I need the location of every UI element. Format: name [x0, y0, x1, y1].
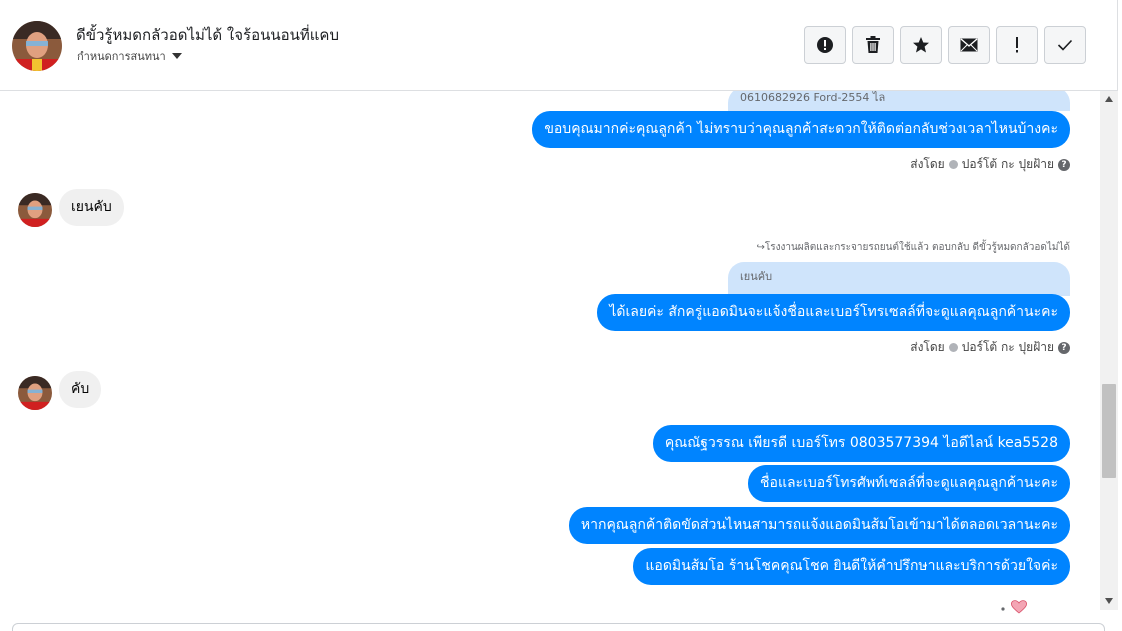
mark-done-button[interactable]: [1044, 26, 1086, 64]
quoted-message: เยนคับ: [728, 262, 1070, 296]
check-dot-icon: [948, 160, 958, 169]
contact-avatar-small[interactable]: [18, 193, 52, 227]
outgoing-message[interactable]: ได้เลยค่ะ สักครู่แอดมินจะแจ้งชื่อและเบอร…: [597, 294, 1070, 331]
mark-unread-button[interactable]: [948, 26, 990, 64]
conversation-header: ดีขั้วรู้หมดกลัวอดไม่ได้ ใจร้อนนอนที่แคบ…: [0, 0, 1118, 91]
outgoing-message[interactable]: ชื่อและเบอร์โทรศัพท์เซลล์ที่จะดูแลคุณลูก…: [748, 465, 1070, 502]
conversation-title: ดีขั้วรู้หมดกลัวอดไม่ได้ ใจร้อนนอนที่แคบ: [76, 26, 339, 44]
incoming-message[interactable]: เยนคับ: [59, 189, 124, 226]
outgoing-message[interactable]: หากคุณลูกค้าติดขัดส่วนไหนสามารถแจ้งแอดมิ…: [568, 507, 1070, 544]
reply-context-note: ↪โรงงานผลิตและกระจายรถยนต์ใช้แล้ว ตอบกลั…: [756, 242, 1070, 253]
mark-spam-button[interactable]: [804, 26, 846, 64]
star-icon: [913, 37, 929, 53]
check-dot-icon: [948, 343, 958, 352]
scroll-up-arrow-icon[interactable]: [1105, 96, 1113, 102]
outgoing-message[interactable]: คุณณัฐวรรณ เพียรดี เบอร์โทร 0803577394 ไ…: [652, 425, 1070, 462]
checkmark-icon: [1057, 39, 1073, 51]
scroll-thumb[interactable]: [1102, 384, 1116, 478]
conversation-toolbar: [804, 26, 1086, 64]
envelope-icon: [960, 38, 978, 52]
assign-conversation-dropdown[interactable]: กำหนดการสนทนา: [77, 47, 182, 65]
scroll-down-arrow-icon[interactable]: [1105, 598, 1113, 604]
sender-name[interactable]: ปอร์โต้ กะ ปุยฝ้าย: [962, 338, 1054, 357]
contact-avatar-small[interactable]: [18, 376, 52, 410]
exclamation-circle-icon: [817, 37, 833, 53]
help-icon[interactable]: ?: [1058, 158, 1070, 171]
sent-by-label: ส่งโดย ปอร์โต้ กะ ปุยฝ้าย ?: [910, 338, 1070, 357]
thread-scrollbar[interactable]: [1100, 91, 1118, 610]
heart-reaction-icon[interactable]: [1000, 598, 1030, 618]
outgoing-message[interactable]: แอดมินส้มโอ ร้านโชคคุณโชค ยินดีให้คำปรึก…: [633, 548, 1070, 585]
message-composer[interactable]: [12, 623, 1105, 631]
caret-down-icon: [171, 53, 182, 59]
trash-icon: [866, 36, 880, 53]
sent-by-prefix: ส่งโดย: [910, 157, 945, 171]
header-divider: [1117, 0, 1118, 91]
assign-label: กำหนดการสนทนา: [77, 50, 166, 63]
message-thread[interactable]: 0610682926 Ford-2554 ไล ขอบคุณมากค่ะคุณล…: [0, 91, 1100, 621]
outgoing-message[interactable]: ขอบคุณมากค่ะคุณลูกค้า ไม่ทราบว่าคุณลูกค้…: [532, 111, 1070, 148]
sender-name[interactable]: ปอร์โต้ กะ ปุยฝ้าย: [962, 155, 1054, 174]
follow-up-button[interactable]: [996, 26, 1038, 64]
quoted-message: 0610682926 Ford-2554 ไล: [728, 91, 1070, 111]
sent-by-prefix: ส่งโดย: [910, 340, 945, 354]
incoming-message[interactable]: คับ: [59, 371, 102, 408]
star-button[interactable]: [900, 26, 942, 64]
delete-button[interactable]: [852, 26, 894, 64]
help-icon[interactable]: ?: [1058, 341, 1070, 354]
sent-by-label: ส่งโดย ปอร์โต้ กะ ปุยฝ้าย ?: [910, 155, 1070, 174]
exclamation-icon: [1016, 37, 1018, 53]
contact-avatar[interactable]: [12, 21, 62, 71]
